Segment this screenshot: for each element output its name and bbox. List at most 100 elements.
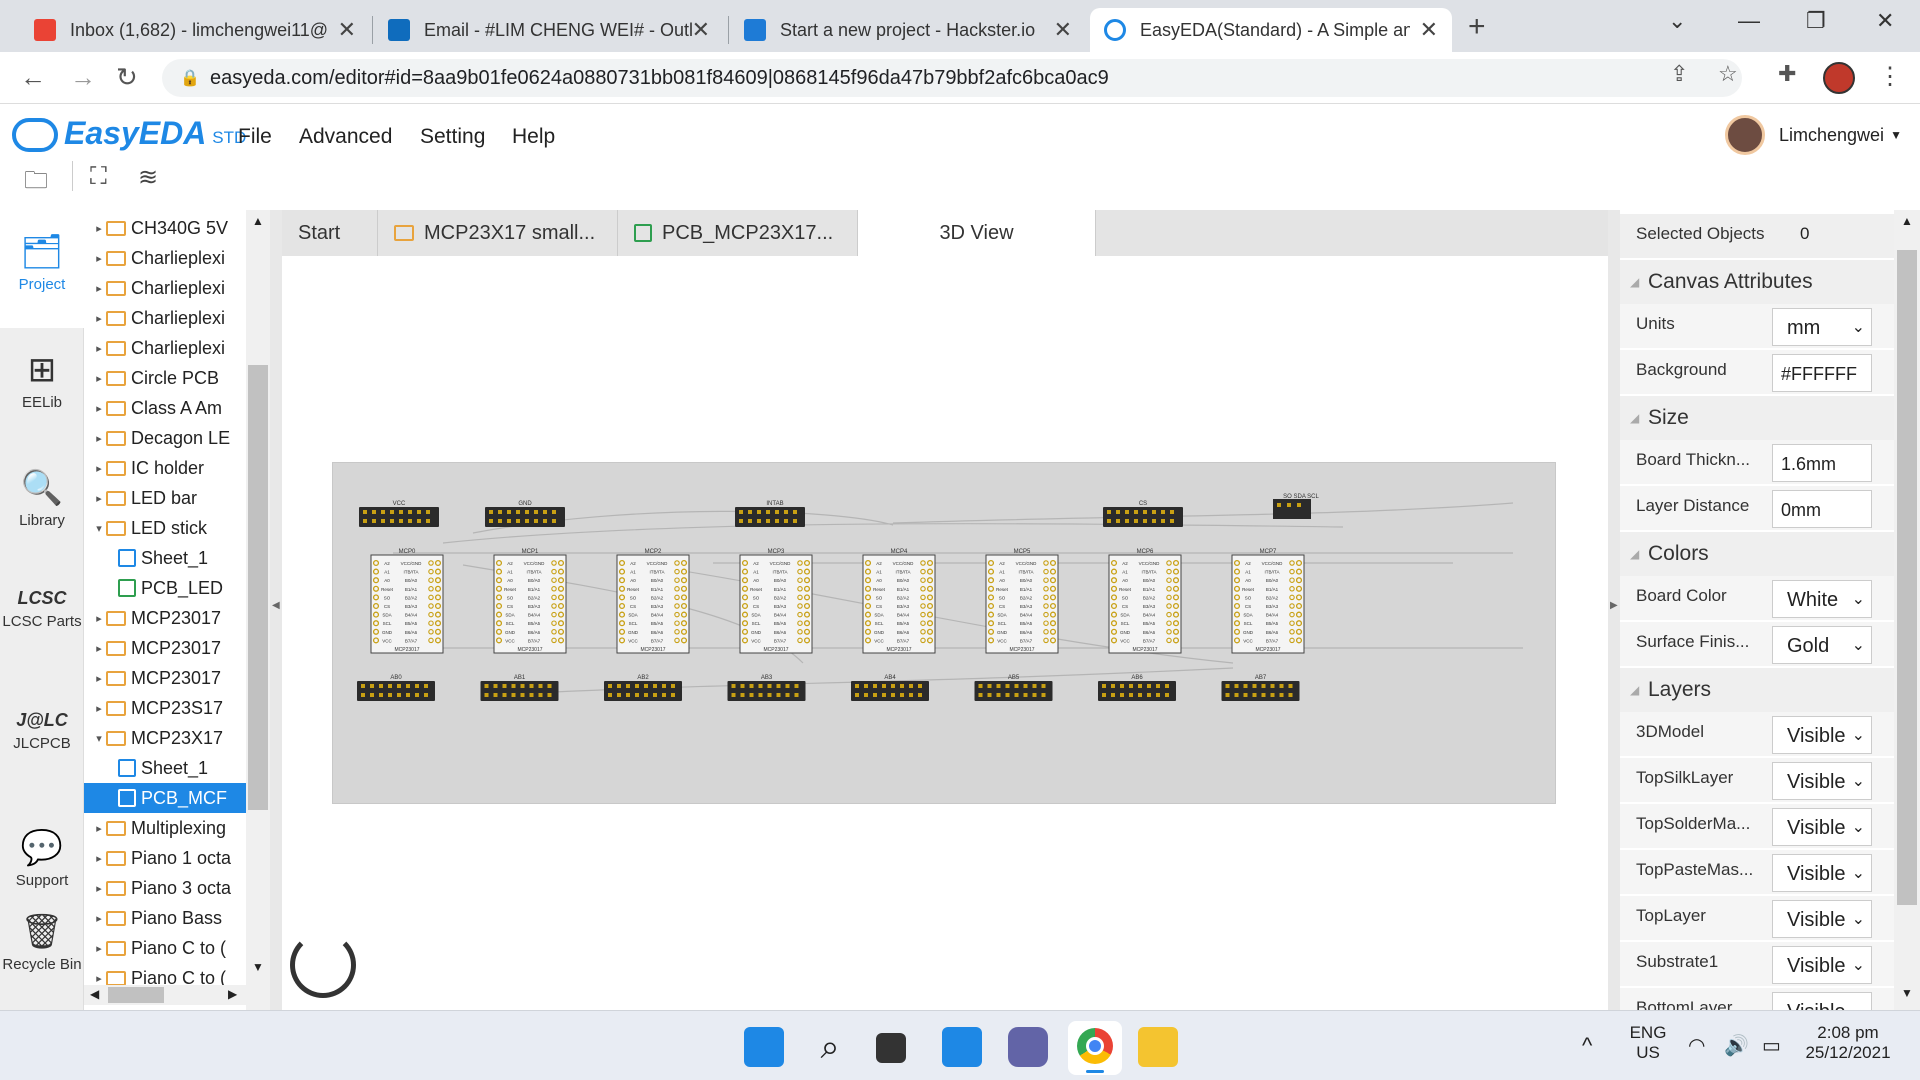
collapse-right-icon[interactable]: ▶ (1610, 600, 1618, 611)
expand-right-icon[interactable]: ▸ (92, 432, 106, 445)
layers-icon[interactable]: ≋ (138, 163, 158, 192)
tab-pcb-mcp23x17[interactable]: PCB_MCP23X17... (618, 210, 858, 256)
minimize-button[interactable]: — (1738, 8, 1760, 34)
tree-sheet-item[interactable]: Sheet_1 (84, 753, 246, 783)
layer-visibility-select[interactable]: Visible ⌄ (1772, 808, 1872, 846)
layer-visibility-select[interactable]: Visible ⌄ (1772, 992, 1872, 1010)
expand-right-icon[interactable]: ▸ (92, 912, 106, 925)
extensions-icon[interactable]: ✚ (1778, 61, 1796, 87)
nav-lcsc-parts[interactable]: LCSC LCSC Parts (0, 588, 84, 630)
browser-tab-outlook[interactable]: Email - #LIM CHENG WEI# - Outl ✕ (374, 8, 724, 52)
expand-right-icon[interactable]: ▸ (92, 372, 106, 385)
browser-tab-easyeda[interactable]: EasyEDA(Standard) - A Simple an ✕ (1090, 8, 1452, 52)
reload-button[interactable]: ↻ (116, 62, 138, 93)
wifi-icon[interactable]: ◠ (1688, 1033, 1705, 1058)
layer-visibility-select[interactable]: Visible ⌄ (1772, 716, 1872, 754)
layer-distance-input[interactable]: 0mm (1772, 490, 1872, 528)
battery-icon[interactable]: ▭ (1762, 1033, 1781, 1058)
nav-eelib[interactable]: ⊞ EELib (0, 350, 84, 411)
profile-avatar[interactable] (1823, 62, 1855, 94)
expand-right-icon[interactable]: ▸ (92, 492, 106, 505)
nav-jlcpcb[interactable]: J@LC JLCPCB (0, 710, 84, 752)
scroll-down-icon[interactable]: ▼ (252, 960, 264, 974)
pcb-board[interactable]: VCC GND INTAB CS SO SDA SCL MCP0 A2 VCC/GND A1 IT… (332, 462, 1556, 804)
tree-folder-item[interactable]: ▸ Class A Am (84, 393, 246, 423)
expand-right-icon[interactable]: ▸ (92, 882, 106, 895)
surface-finish-select[interactable]: Gold ⌄ (1772, 626, 1872, 664)
tree-folder-item[interactable]: ▸ IC holder (84, 453, 246, 483)
tab-3d-view[interactable]: 3D View (858, 210, 1096, 256)
nav-library[interactable]: 🔍 Library (0, 468, 84, 529)
tree-folder-item[interactable]: ▸ Charlieplexi (84, 243, 246, 273)
tree-folder-item[interactable]: ▸ Piano C to ( (84, 933, 246, 963)
tree-folder-item[interactable]: ▸ MCP23017 (84, 603, 246, 633)
url-field[interactable]: 🔒 easyeda.com/editor#id=8aa9b01fe0624a08… (162, 59, 1742, 97)
tree-folder-item[interactable]: ▾ LED stick (84, 513, 246, 543)
tree-folder-item[interactable]: ▸ Piano 3 octa (84, 873, 246, 903)
scroll-thumb[interactable] (1897, 250, 1917, 905)
board-color-select[interactable]: White ⌄ (1772, 580, 1872, 618)
expand-down-icon[interactable]: ▾ (92, 732, 106, 745)
share-icon[interactable]: ⇪ (1670, 61, 1688, 87)
layer-visibility-select[interactable]: Visible ⌄ (1772, 900, 1872, 938)
scroll-right-icon[interactable]: ▶ (228, 987, 237, 1001)
expand-right-icon[interactable]: ▸ (92, 282, 106, 295)
tree-pcb-item[interactable]: PCB_LED (84, 573, 246, 603)
widgets-icon[interactable] (942, 1027, 982, 1067)
tree-folder-item[interactable]: ▸ Decagon LE (84, 423, 246, 453)
file-explorer-icon[interactable] (1138, 1027, 1178, 1067)
image-export-icon[interactable]: ⛶ (90, 163, 107, 191)
clock[interactable]: 2:08 pm 25/12/2021 (1800, 1023, 1896, 1063)
scroll-up-icon[interactable]: ▲ (252, 214, 264, 228)
close-icon[interactable]: ✕ (692, 17, 710, 43)
forward-button[interactable]: → (70, 62, 96, 93)
section-layers[interactable]: ◢ Layers (1620, 668, 1894, 712)
scroll-thumb[interactable] (248, 365, 268, 810)
tree-folder-item[interactable]: ▸ Circle PCB (84, 363, 246, 393)
3d-view-canvas[interactable]: VCC GND INTAB CS SO SDA SCL MCP0 A2 VCC/GND A1 IT… (282, 256, 1608, 1010)
layer-visibility-select[interactable]: Visible ⌄ (1772, 946, 1872, 984)
scroll-down-icon[interactable]: ▼ (1901, 986, 1913, 1000)
properties-scrollbar[interactable]: ▲ ▼ (1894, 210, 1920, 1010)
scroll-thumb[interactable] (108, 987, 164, 1003)
layer-visibility-select[interactable]: Visible ⌄ (1772, 762, 1872, 800)
tree-folder-item[interactable]: ▸ MCP23017 (84, 633, 246, 663)
tree-folder-item[interactable]: ▸ Charlieplexi (84, 273, 246, 303)
tree-folder-item[interactable]: ▾ MCP23X17 (84, 723, 246, 753)
tree-folder-item[interactable]: ▸ Piano 1 octa (84, 843, 246, 873)
expand-down-icon[interactable]: ▾ (92, 522, 106, 535)
expand-right-icon[interactable]: ▸ (92, 342, 106, 355)
open-folder-icon[interactable]: 🗀 (24, 163, 48, 204)
expand-right-icon[interactable]: ▸ (92, 222, 106, 235)
scroll-left-icon[interactable]: ◀ (90, 987, 99, 1001)
expand-right-icon[interactable]: ▸ (92, 642, 106, 655)
teams-chat-icon[interactable] (1008, 1027, 1048, 1067)
tree-folder-item[interactable]: ▸ LED bar (84, 483, 246, 513)
close-icon[interactable]: ✕ (1420, 17, 1438, 43)
windows-start-icon[interactable] (744, 1027, 784, 1067)
menu-file[interactable]: File (238, 125, 272, 149)
expand-right-icon[interactable]: ▸ (92, 402, 106, 415)
menu-setting[interactable]: Setting (420, 125, 485, 149)
scroll-up-icon[interactable]: ▲ (1901, 214, 1913, 228)
tree-folder-item[interactable]: ▸ Multiplexing (84, 813, 246, 843)
tree-folder-item[interactable]: ▸ CH340G 5V (84, 213, 246, 243)
expand-right-icon[interactable]: ▸ (92, 612, 106, 625)
task-view-icon[interactable] (876, 1033, 906, 1063)
board-thickness-input[interactable]: 1.6mm (1772, 444, 1872, 482)
browser-tab-hackster[interactable]: Start a new project - Hackster.io ✕ (730, 8, 1086, 52)
user-menu[interactable]: Limchengwei ▼ (1725, 115, 1902, 155)
tree-sheet-item[interactable]: Sheet_1 (84, 543, 246, 573)
nav-support[interactable]: 💬 Support (0, 828, 84, 889)
collapse-left-icon[interactable]: ◀ (272, 600, 280, 611)
tree-hscrollbar[interactable]: ◀ ▶ (84, 985, 246, 1005)
expand-right-icon[interactable]: ▸ (92, 312, 106, 325)
tab-mcp23x17-project[interactable]: MCP23X17 small... (378, 210, 618, 256)
tree-scrollbar[interactable]: ▲ ▼ (246, 210, 270, 1010)
language-indicator[interactable]: ENG US (1628, 1023, 1668, 1063)
nav-project[interactable]: 🗂 Project (0, 210, 84, 328)
section-canvas-attributes[interactable]: ◢ Canvas Attributes (1620, 260, 1894, 304)
search-icon[interactable]: ⌕ (810, 1027, 850, 1067)
background-input[interactable]: #FFFFFF (1772, 354, 1872, 392)
chevron-up-icon[interactable]: ^ (1582, 1033, 1592, 1059)
